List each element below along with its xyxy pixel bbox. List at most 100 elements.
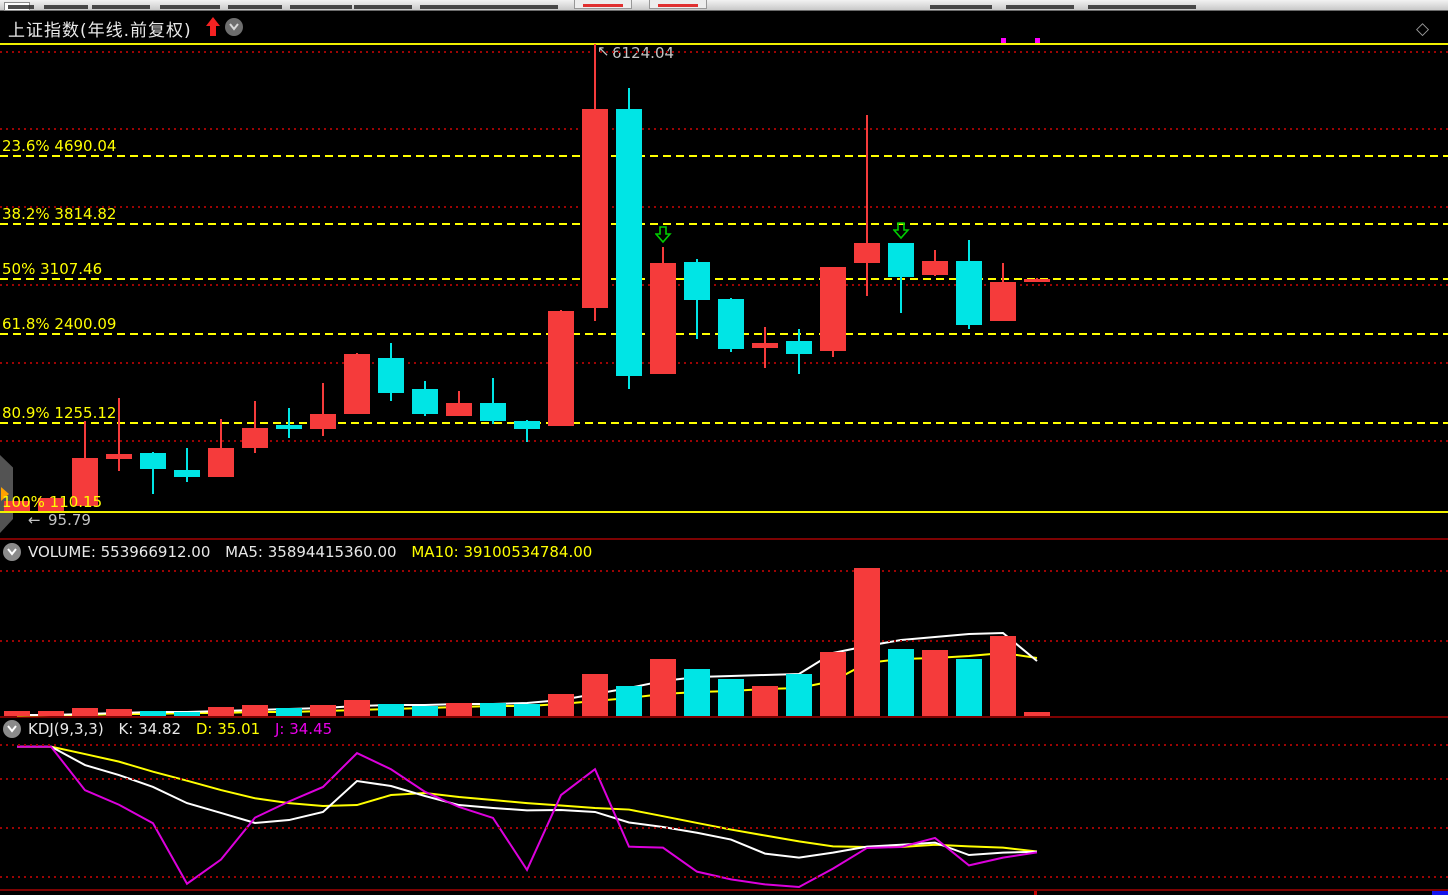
candle-wick — [866, 115, 868, 295]
kdj-bottom-border — [0, 889, 1448, 891]
app-window: 上证指数(年线.前复权) ◇ ↖ 6124.04 ← 95.79 VOLUME:… — [0, 0, 1448, 895]
main-price-pane[interactable] — [0, 0, 1448, 500]
price-grid-line — [0, 284, 1448, 286]
candle-2008[interactable] — [616, 109, 642, 376]
vol-bar-1990[interactable] — [4, 711, 30, 716]
vol-bar-2016[interactable] — [888, 649, 914, 716]
candle-2000[interactable] — [344, 354, 370, 414]
vol-bar-2006[interactable] — [548, 694, 574, 716]
vol-bar-2007[interactable] — [582, 674, 608, 716]
kdj-name: KDJ(9,3,3) — [28, 720, 104, 738]
vol-bar-2020[interactable] — [1024, 712, 1050, 716]
vol-bar-1992[interactable] — [72, 708, 98, 716]
vol-bar-2005[interactable] — [514, 704, 540, 716]
kdj-header: KDJ(9,3,3) K: 34.82 D: 35.01 J: 34.45 — [28, 720, 342, 738]
candle-2006[interactable] — [548, 311, 574, 426]
vol-bar-1996[interactable] — [208, 707, 234, 716]
price-grid-line — [0, 440, 1448, 442]
candle-2010[interactable] — [684, 262, 710, 299]
kdj-collapse-icon[interactable] — [3, 720, 21, 738]
candle-2019[interactable] — [990, 282, 1016, 320]
low-price-label: 95.79 — [48, 511, 91, 529]
price-grid-line — [0, 51, 1448, 53]
peak-price-line — [0, 43, 1448, 45]
vol-bar-1993[interactable] — [106, 709, 132, 716]
vol-bar-2008[interactable] — [616, 686, 642, 716]
candle-2004[interactable] — [480, 403, 506, 421]
candle-2013[interactable] — [786, 341, 812, 354]
vol-bar-2019[interactable] — [990, 636, 1016, 716]
candle-2011[interactable] — [718, 299, 744, 349]
vol-bar-1994[interactable] — [140, 711, 166, 716]
vol-bar-1995[interactable] — [174, 712, 200, 716]
candle-2005[interactable] — [514, 421, 540, 430]
kdj-grid-line — [0, 744, 1448, 746]
fib-line — [0, 223, 1448, 225]
vol-bar-2004[interactable] — [480, 703, 506, 716]
candle-2001[interactable] — [378, 358, 404, 393]
vol-bar-2018[interactable] — [956, 659, 982, 716]
price-grid-line — [0, 206, 1448, 208]
candle-1999[interactable] — [310, 414, 336, 429]
vol-bar-2002[interactable] — [412, 706, 438, 716]
fib-label: 38.2% 3814.82 — [2, 205, 116, 223]
candle-1993[interactable] — [106, 454, 132, 459]
vol-bar-2000[interactable] — [344, 700, 370, 716]
candle-wick — [118, 398, 120, 471]
candle-2012[interactable] — [752, 343, 778, 348]
period-marker-dot — [1035, 38, 1040, 43]
vol-bar-2010[interactable] — [684, 669, 710, 716]
candle-2016[interactable] — [888, 243, 914, 277]
vol-bar-2013[interactable] — [786, 674, 812, 716]
price-grid-line — [0, 128, 1448, 130]
candle-2018[interactable] — [956, 261, 982, 324]
kdj-grid-line — [0, 778, 1448, 780]
fib-label: 50% 3107.46 — [2, 260, 102, 278]
kdj-grid-line — [0, 827, 1448, 829]
green-down-arrow-icon — [655, 226, 672, 244]
price-grid-line — [0, 362, 1448, 364]
vol-bar-1997[interactable] — [242, 705, 268, 716]
candle-2007[interactable] — [582, 109, 608, 307]
candle-2020[interactable] — [1024, 279, 1050, 282]
kdj-grid-line — [0, 876, 1448, 878]
period-marker-dot — [1001, 38, 1006, 43]
vol-bar-1991[interactable] — [38, 711, 64, 716]
candle-1996[interactable] — [208, 448, 234, 477]
candle-2014[interactable] — [820, 267, 846, 350]
candle-2015[interactable] — [854, 243, 880, 263]
fib-label: 61.8% 2400.09 — [2, 315, 116, 333]
candle-wick — [288, 408, 290, 438]
volume-value: VOLUME: 553966912.00 — [28, 543, 210, 561]
candle-2003[interactable] — [446, 403, 472, 416]
volume-ma5-value: MA5: 35894415360.00 — [225, 543, 396, 561]
kdj-d-value: D: 35.01 — [196, 720, 260, 738]
volume-grid-line — [0, 640, 1448, 642]
candle-2002[interactable] — [412, 389, 438, 414]
fib-line — [0, 278, 1448, 280]
fib-label: 100% 110.15 — [2, 493, 102, 511]
vol-bar-2001[interactable] — [378, 704, 404, 716]
vol-bar-1998[interactable] — [276, 708, 302, 716]
volume-header: VOLUME: 553966912.00 MA5: 35894415360.00… — [28, 543, 602, 561]
kdj-k-value: K: 34.82 — [118, 720, 181, 738]
vol-bar-2011[interactable] — [718, 679, 744, 716]
low-arrow-icon: ← — [28, 511, 41, 529]
candle-1994[interactable] — [140, 453, 166, 469]
fib-100-line — [0, 511, 1448, 513]
candle-2009[interactable] — [650, 263, 676, 373]
vol-bar-2014[interactable] — [820, 652, 846, 716]
candle-1997[interactable] — [242, 428, 268, 448]
vol-bar-2017[interactable] — [922, 650, 948, 716]
vol-bar-2003[interactable] — [446, 703, 472, 716]
vol-bar-1999[interactable] — [310, 705, 336, 716]
kdj-j-value: J: 34.45 — [275, 720, 332, 738]
volume-collapse-icon[interactable] — [3, 543, 21, 561]
vol-bar-2009[interactable] — [650, 659, 676, 716]
bottom-right-marker — [1432, 891, 1448, 895]
candle-1995[interactable] — [174, 470, 200, 477]
candle-2017[interactable] — [922, 261, 948, 275]
vol-bar-2015[interactable] — [854, 568, 880, 716]
candle-1998[interactable] — [276, 425, 302, 429]
vol-bar-2012[interactable] — [752, 686, 778, 716]
